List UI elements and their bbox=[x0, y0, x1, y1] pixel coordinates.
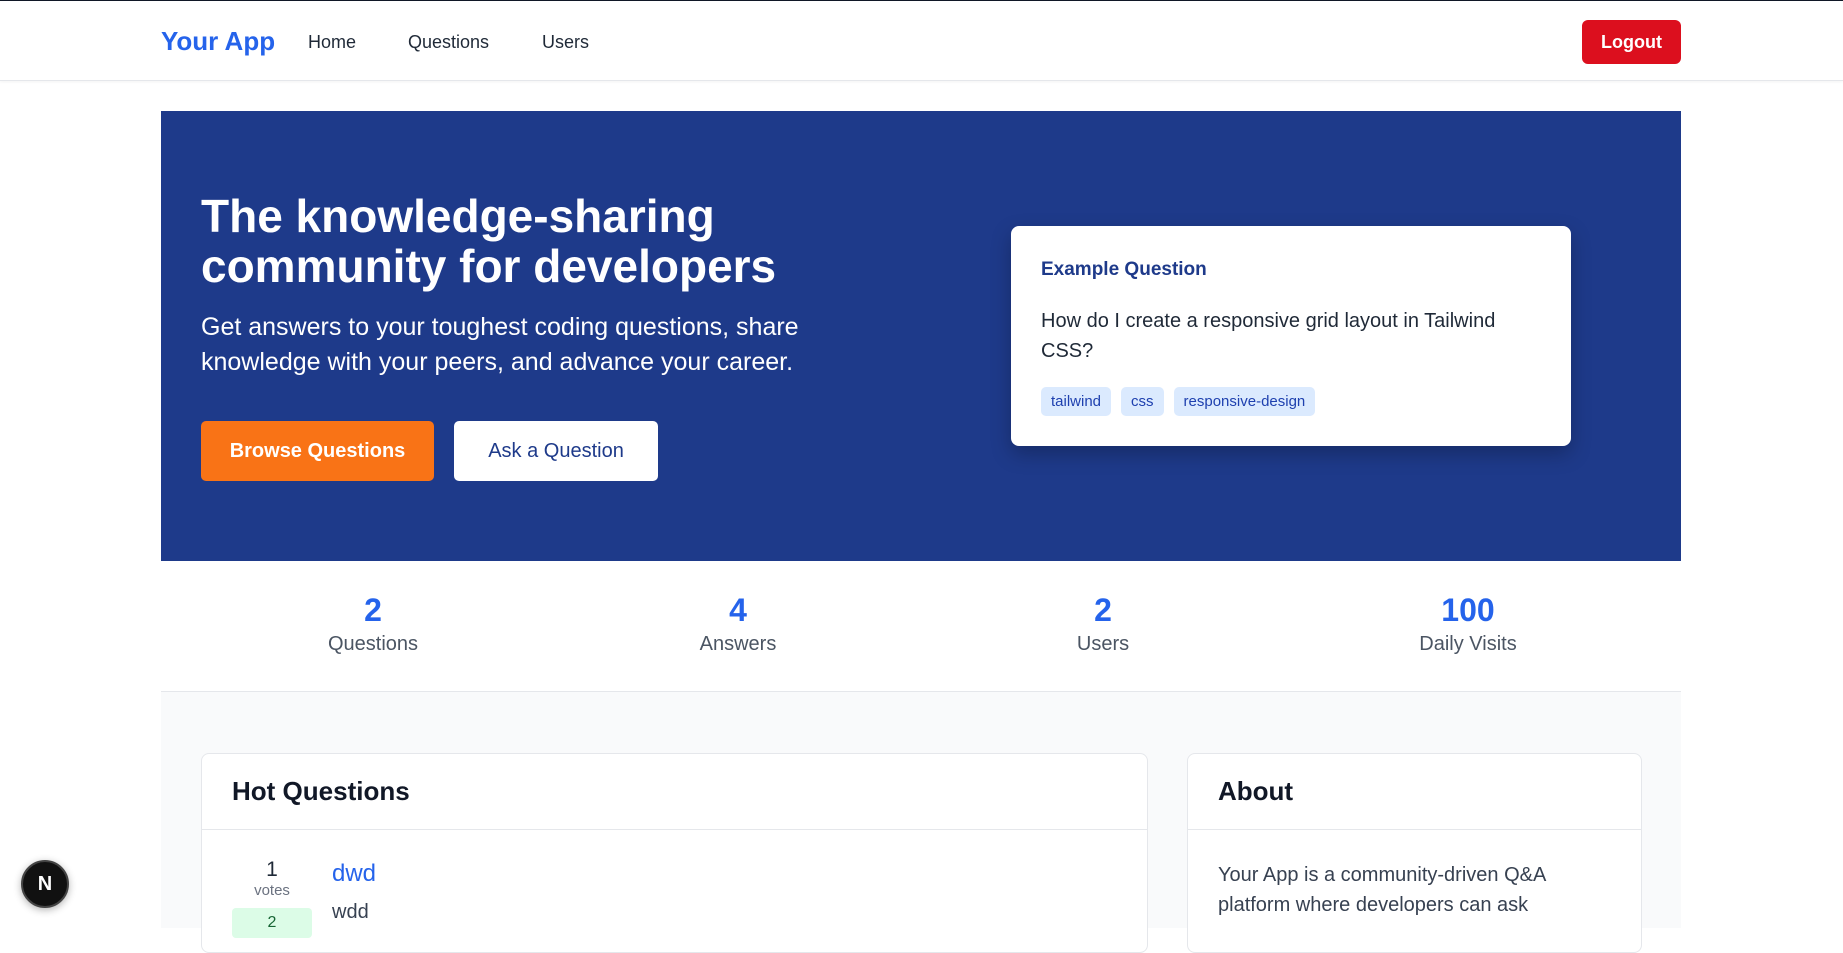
tag-css[interactable]: css bbox=[1121, 387, 1164, 416]
stat-label: Daily Visits bbox=[1419, 633, 1517, 655]
stat-label: Questions bbox=[327, 633, 419, 655]
logout-button[interactable]: Logout bbox=[1582, 20, 1681, 64]
stat-value: 2 bbox=[364, 592, 382, 628]
tag-tailwind[interactable]: tailwind bbox=[1041, 387, 1112, 416]
vote-number: 1 bbox=[266, 858, 278, 881]
hot-questions-panel: Hot Questions 1 votes 2 dwd wdd bbox=[201, 753, 1148, 953]
question-title-link[interactable]: dwd bbox=[332, 860, 376, 888]
navbar: Your App Home Questions Users Logout bbox=[0, 1, 1843, 81]
tag-list: tailwind css responsive-design bbox=[1041, 387, 1316, 416]
stat-label: Users bbox=[1076, 633, 1130, 655]
example-question-text: How do I create a responsive grid layout… bbox=[1041, 310, 1496, 362]
nextjs-dev-badge-icon[interactable]: N bbox=[21, 860, 69, 908]
hot-questions-heading: Hot Questions bbox=[202, 754, 1147, 830]
vote-label: votes bbox=[254, 882, 290, 899]
vote-count: 1 votes bbox=[232, 858, 312, 899]
ask-question-button[interactable]: Ask a Question bbox=[454, 421, 658, 481]
nav-link-users[interactable]: Users bbox=[542, 32, 589, 53]
stat-answers: 4 Answers bbox=[588, 591, 888, 656]
hero-title: The knowledge-sharing community for deve… bbox=[201, 190, 777, 292]
hero-subtitle: Get answers to your toughest coding ques… bbox=[201, 313, 799, 376]
about-panel: About Your App is a community-driven Q&A… bbox=[1187, 753, 1642, 953]
stat-value: 4 bbox=[729, 592, 747, 628]
about-heading: About bbox=[1188, 754, 1641, 830]
nav-link-home[interactable]: Home bbox=[308, 32, 356, 53]
stat-value: 100 bbox=[1441, 592, 1495, 628]
hero-section: The knowledge-sharing community for deve… bbox=[161, 111, 1681, 561]
browse-questions-button[interactable]: Browse Questions bbox=[201, 421, 434, 481]
stat-label: Answers bbox=[699, 633, 777, 655]
content-area: Hot Questions 1 votes 2 dwd wdd About Yo… bbox=[161, 692, 1681, 953]
stats-bar: 2 Questions 4 Answers 2 Users 100 Daily … bbox=[161, 561, 1681, 692]
stat-questions: 2 Questions bbox=[223, 591, 523, 656]
example-question-card: Example Question How do I create a respo… bbox=[1011, 226, 1571, 446]
stat-daily-visits: 100 Daily Visits bbox=[1318, 591, 1618, 656]
stat-value: 2 bbox=[1094, 592, 1112, 628]
tag-responsive-design[interactable]: responsive-design bbox=[1173, 387, 1316, 416]
question-excerpt: wdd bbox=[332, 901, 369, 923]
answer-count-badge: 2 bbox=[232, 908, 312, 938]
nav-link-questions[interactable]: Questions bbox=[408, 32, 489, 53]
stat-users: 2 Users bbox=[953, 591, 1253, 656]
about-text: Your App is a community-driven Q&A platf… bbox=[1218, 864, 1546, 916]
example-question-label: Example Question bbox=[1041, 259, 1207, 280]
brand-logo[interactable]: Your App bbox=[161, 26, 275, 57]
